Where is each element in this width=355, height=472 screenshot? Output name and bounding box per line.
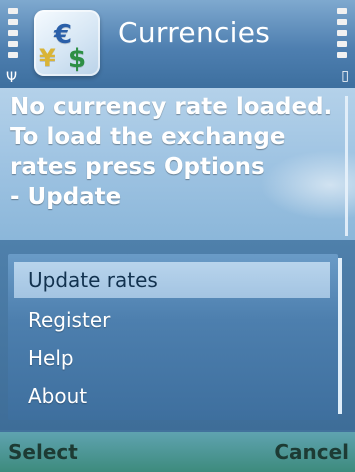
menu-item-help[interactable]: Help: [14, 340, 330, 376]
menu-item-register[interactable]: Register: [14, 302, 330, 338]
message-scrollbar[interactable]: [345, 96, 348, 236]
title-bar: Ψ € ¥ $ Currencies ▯: [0, 0, 355, 88]
app-title: Currencies: [118, 16, 271, 49]
options-menu-list: Update rates Register Help About: [8, 254, 338, 420]
antenna-icon: Ψ: [6, 70, 18, 86]
message-line: - Update: [10, 184, 122, 210]
softkey-bar: Select Cancel: [0, 432, 355, 472]
status-message: No currency rate loaded. To load the exc…: [10, 92, 338, 237]
battery-level-icon: [337, 8, 347, 70]
menu-scrollbar[interactable]: [338, 258, 342, 414]
message-line: rates press Options: [10, 154, 265, 180]
currency-exchange-icon: € ¥ $: [34, 10, 100, 76]
yen-icon: ¥: [39, 44, 56, 72]
message-line: No currency rate loaded.: [10, 94, 333, 120]
message-line: To load the exchange: [10, 124, 286, 150]
cancel-softkey[interactable]: Cancel: [274, 440, 349, 464]
battery-icon: ▯: [341, 68, 349, 84]
dollar-icon: $: [68, 44, 87, 74]
select-softkey[interactable]: Select: [8, 440, 78, 464]
options-menu: Update rates Register Help About: [0, 240, 355, 430]
signal-strength-icon: [8, 8, 18, 70]
phone-screen: Ψ € ¥ $ Currencies ▯ No currency rate lo…: [0, 0, 355, 472]
menu-item-update-rates[interactable]: Update rates: [14, 262, 330, 298]
menu-item-about[interactable]: About: [14, 378, 330, 414]
